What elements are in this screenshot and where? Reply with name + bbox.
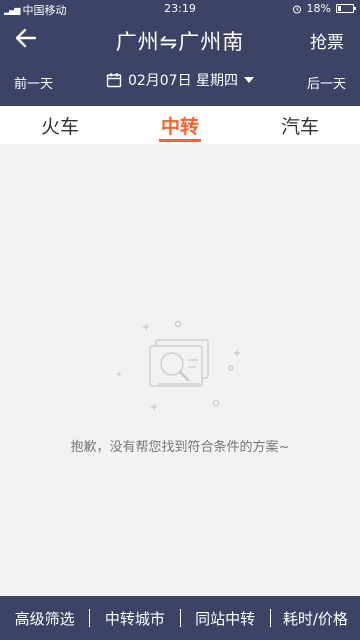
calendar-icon: [106, 73, 122, 88]
caret-down-icon: [244, 77, 255, 83]
bottom-toolbar: 高级筛选 中转城市 同站中转 耗时/价格: [0, 596, 360, 640]
tab-label: 火车: [40, 116, 79, 138]
battery-percent: 18%: [306, 2, 331, 15]
sort-duration-price-button[interactable]: 耗时/价格: [271, 608, 360, 629]
tab-label: 中转: [160, 116, 199, 138]
battery-icon: [336, 4, 356, 13]
next-day-button[interactable]: 后一天: [307, 73, 346, 92]
tab-label: 汽车: [280, 116, 319, 138]
empty-state-message: 抱歉，没有帮您找到符合条件的方案~: [70, 440, 290, 455]
status-bar: ▂▄▆ 中国移动 23:19 18%: [0, 0, 360, 18]
header: 广州⇋广州南 抢票 前一天 02月07日 星期四 后一天: [0, 18, 360, 106]
tab-train[interactable]: 火车: [0, 106, 120, 144]
page-title: 广州⇋广州南: [115, 30, 245, 54]
transfer-city-button[interactable]: 中转城市: [90, 608, 179, 629]
status-right: 18%: [292, 2, 356, 15]
alarm-icon: [292, 5, 301, 13]
battery-fill: [338, 6, 341, 11]
advanced-filter-button[interactable]: 高级筛选: [0, 608, 89, 629]
tab-bus[interactable]: 汽车: [240, 106, 360, 144]
same-station-transfer-button[interactable]: 同站中转: [181, 608, 270, 629]
tab-transfer[interactable]: 中转: [120, 106, 240, 144]
grab-ticket-button[interactable]: 抢票: [310, 28, 344, 53]
empty-search-illustration: [117, 320, 240, 410]
date-label: 02月07日 星期四: [127, 73, 239, 89]
transport-tabs: 火车 中转 汽车: [0, 106, 360, 144]
active-tab-indicator: [159, 139, 201, 142]
